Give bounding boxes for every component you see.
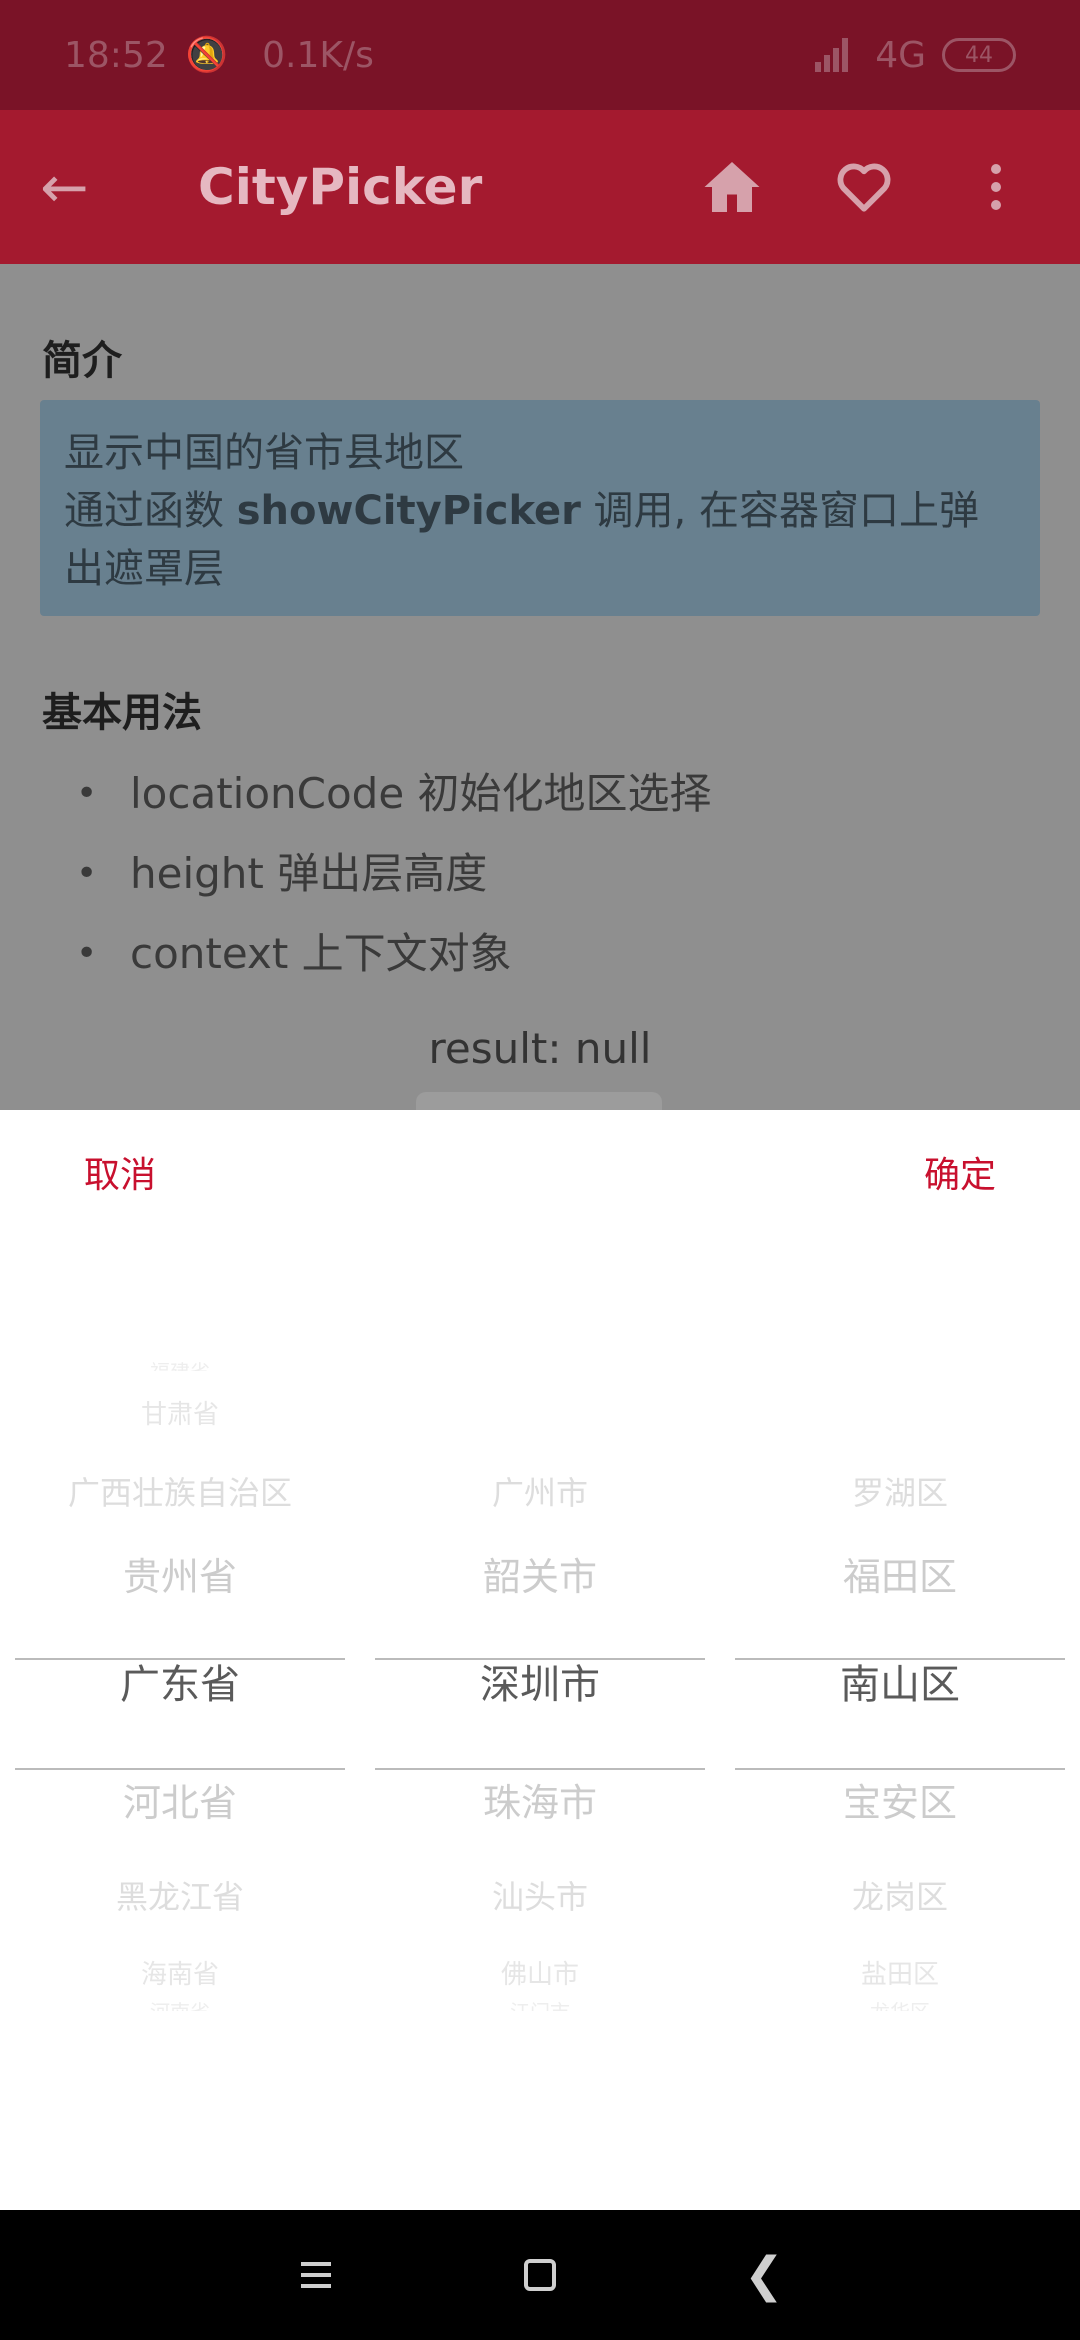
list-item: • context 上下文对象 — [76, 929, 512, 978]
city-option[interactable]: 汕头市 — [375, 1872, 705, 1918]
more-vert-icon[interactable] — [930, 110, 1062, 264]
district-option[interactable] — [735, 1356, 1065, 1371]
province-wheel[interactable]: 福建省甘肃省广西壮族自治区贵州省广东省河北省黑龙江省海南省河南省 — [15, 1110, 345, 2210]
mute-icon: 🔕 — [185, 35, 229, 75]
province-option[interactable]: 河南省 — [15, 1996, 345, 2011]
city-picker-sheet: 取消 确定 福建省甘肃省广西壮族自治区贵州省广东省河北省黑龙江省海南省河南省 广… — [0, 1110, 1080, 2210]
selection-divider — [735, 1768, 1065, 1770]
selection-divider — [15, 1768, 345, 1770]
signal-icon — [815, 38, 859, 72]
province-option[interactable]: 广西壮族自治区 — [15, 1468, 345, 1514]
usage-list: • locationCode 初始化地区选择 • height 弹出层高度 • con… — [76, 754, 712, 994]
status-time: 18:52 — [64, 34, 168, 76]
list-item-text: locationCode 初始化地区选择 — [130, 769, 712, 818]
city-option[interactable]: 韶关市 — [375, 1546, 705, 1601]
province-option[interactable]: 海南省 — [15, 1954, 345, 1991]
district-wheel[interactable]: 罗湖区福田区南山区宝安区龙岗区盐田区龙华区 — [735, 1110, 1065, 2210]
result-text: result: null — [428, 1024, 652, 1073]
province-option[interactable]: 甘肃省 — [15, 1394, 345, 1431]
intro-line-2-function: showCityPicker — [236, 488, 581, 534]
province-option[interactable]: 黑龙江省 — [15, 1872, 345, 1918]
recents-menu-icon[interactable] — [204, 2210, 428, 2340]
battery-level: 44 — [965, 42, 993, 68]
district-option[interactable]: 盐田区 — [735, 1954, 1065, 1991]
list-item-text: height 弹出层高度 — [130, 849, 488, 898]
selection-divider — [375, 1658, 705, 1660]
back-chevron-icon[interactable]: ❮ — [652, 2210, 876, 2340]
status-bar: 18:52 🔕 0.1K/s 4G 44 — [0, 0, 1080, 110]
list-item: • locationCode 初始化地区选择 — [76, 769, 712, 818]
usage-heading: 基本用法 — [42, 690, 202, 736]
network-speed: 0.1K/s — [262, 34, 374, 76]
district-option[interactable]: 龙岗区 — [735, 1872, 1065, 1918]
district-option[interactable]: 龙华区 — [735, 1996, 1065, 2011]
city-option[interactable]: 佛山市 — [375, 1954, 705, 1991]
city-option[interactable]: 广州市 — [375, 1468, 705, 1514]
selection-divider — [735, 1658, 1065, 1660]
selection-divider — [375, 1768, 705, 1770]
province-option[interactable]: 贵州省 — [15, 1546, 345, 1601]
district-option[interactable]: 罗湖区 — [735, 1468, 1065, 1514]
app-bar: ← CityPicker — [0, 110, 1080, 264]
district-option[interactable]: 福田区 — [735, 1546, 1065, 1601]
district-option-selected[interactable]: 南山区 — [735, 1652, 1065, 1710]
province-option[interactable]: 福建省 — [15, 1356, 345, 1371]
selection-divider — [15, 1658, 345, 1660]
list-item-text: context 上下文对象 — [130, 929, 512, 978]
district-option[interactable]: 宝安区 — [735, 1772, 1065, 1827]
city-option[interactable]: 江门市 — [375, 1996, 705, 2011]
province-option-selected[interactable]: 广东省 — [15, 1652, 345, 1710]
home-square-icon[interactable] — [428, 2210, 652, 2340]
intro-note: 显示中国的省市县地区 通过函数 showCityPicker 调用, 在容器窗口… — [40, 400, 1040, 616]
network-type: 4G — [875, 34, 926, 76]
city-option[interactable] — [375, 1356, 705, 1371]
province-option[interactable]: 河北省 — [15, 1772, 345, 1827]
intro-line-1: 显示中国的省市县地区 — [64, 430, 464, 476]
intro-line-2: 通过函数 showCityPicker 调用, 在容器窗口上弹出遮罩层 — [64, 482, 1016, 598]
home-icon[interactable] — [666, 110, 798, 264]
intro-heading: 简介 — [42, 338, 122, 384]
city-option-selected[interactable]: 深圳市 — [375, 1652, 705, 1710]
page-title: CityPicker — [198, 158, 483, 216]
favorite-heart-icon[interactable] — [798, 110, 930, 264]
battery-icon: 44 — [942, 38, 1016, 72]
back-arrow-icon[interactable]: ← — [40, 158, 120, 216]
list-item: • height 弹出层高度 — [76, 849, 488, 898]
city-wheel[interactable]: 广州市韶关市深圳市珠海市汕头市佛山市江门市 — [375, 1110, 705, 2210]
system-nav-bar: ❮ — [0, 2210, 1080, 2340]
city-option[interactable]: 珠海市 — [375, 1772, 705, 1827]
page-content-overlay: 简介 显示中国的省市县地区 通过函数 showCityPicker 调用, 在容… — [0, 264, 1080, 1122]
intro-line-2-pre: 通过函数 — [64, 488, 237, 534]
